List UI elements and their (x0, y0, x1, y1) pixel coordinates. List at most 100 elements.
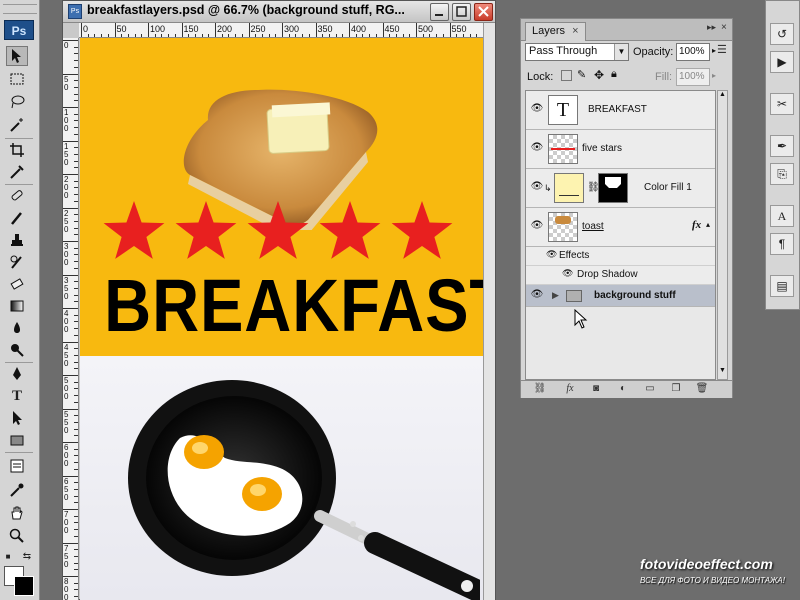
notes-tool-icon[interactable] (6, 456, 28, 476)
eye-icon[interactable]: 👁︎ (528, 220, 546, 234)
layers-panel: Layers × ▸▸ × ☰ Pass Through ▼ Opacity: … (520, 18, 733, 398)
opacity-label: Opacity: (633, 46, 674, 58)
panel-collapse-icon[interactable]: ▸▸ (707, 22, 716, 33)
text-layer-thumbnail: T (548, 95, 578, 125)
fx-icon[interactable]: fx (692, 219, 701, 231)
eye-icon[interactable]: 👁︎ (528, 142, 546, 156)
swap-colors-icon[interactable]: ⇆ (20, 550, 34, 562)
zoom-tool-icon[interactable] (6, 526, 28, 546)
effects-row[interactable]: 👁︎ Effects (526, 247, 715, 266)
tool-presets-icon[interactable]: ✂ (770, 93, 794, 115)
ruler-label: 100 (64, 108, 69, 133)
layers-scrollbar[interactable]: ▲ ▼ (717, 90, 728, 380)
crop-tool-icon[interactable] (6, 140, 28, 160)
vertical-scrollbar[interactable] (483, 23, 495, 600)
panel-menu-icon[interactable]: ☰ (717, 43, 727, 56)
layer-row-breakfast[interactable]: 👁︎ T BREAKFAST (526, 91, 715, 130)
document-canvas[interactable]: BREAKFAST (80, 38, 483, 600)
ruler-label: 50 (64, 74, 69, 92)
lock-transparency-icon[interactable] (561, 70, 572, 81)
new-group-icon[interactable]: ▭ (643, 383, 657, 396)
paragraph-panel-icon[interactable]: ¶ (770, 233, 794, 255)
eye-icon[interactable]: 👁︎ (546, 249, 557, 260)
brushes-panel-icon[interactable]: ✒ (770, 135, 794, 157)
layer-mask-thumbnail[interactable] (598, 173, 628, 203)
gradient-tool-icon[interactable] (6, 296, 28, 316)
ruler-label: 650 (64, 476, 69, 502)
history-panel-icon[interactable]: ↺ (770, 23, 794, 45)
actions-panel-icon[interactable]: ▶ (770, 51, 794, 73)
layer-row-five-stars[interactable]: 👁︎ five stars (526, 130, 715, 169)
scroll-down-icon[interactable]: ▼ (718, 367, 727, 377)
add-style-icon[interactable]: fx (563, 383, 577, 396)
document-title-bar[interactable]: Ps breakfastlayers.psd @ 66.7% (backgrou… (63, 1, 495, 23)
history-brush-tool-icon[interactable] (6, 252, 28, 272)
healing-brush-tool-icon[interactable] (6, 186, 28, 206)
brush-tool-icon[interactable] (6, 208, 28, 228)
marquee-tool-icon[interactable] (6, 69, 28, 89)
lock-position-icon[interactable]: ✥ (594, 68, 604, 82)
clone-source-icon[interactable]: ⎘ (770, 163, 794, 185)
panel-close-icon[interactable]: × (721, 22, 727, 33)
scroll-up-icon[interactable]: ▲ (718, 91, 727, 101)
magic-wand-tool-icon[interactable] (6, 115, 28, 135)
clone-stamp-tool-icon[interactable] (6, 230, 28, 250)
blur-tool-icon[interactable] (6, 318, 28, 338)
document-title: breakfastlayers.psd @ 66.7% (background … (87, 3, 405, 17)
photoshop-logo: Ps (4, 20, 34, 40)
hand-tool-icon[interactable] (6, 503, 28, 523)
link-layers-icon[interactable]: ⛓︎ (533, 383, 547, 396)
layer-name: Color Fill 1 (644, 182, 692, 193)
lock-all-icon[interactable]: 🔒︎ (611, 68, 617, 81)
delete-layer-icon[interactable]: 🗑︎ (695, 383, 709, 396)
slice-eyedropper-tool-icon[interactable] (6, 162, 28, 182)
layer-row-toast[interactable]: 👁︎ toast fx ▴ (526, 208, 715, 247)
ruler-tick (181, 23, 183, 37)
type-tool-icon[interactable]: T (6, 386, 28, 406)
minimize-button[interactable] (430, 3, 449, 21)
maximize-button[interactable] (452, 3, 471, 21)
star-shape (247, 201, 309, 259)
path-selection-tool-icon[interactable] (6, 408, 28, 428)
lasso-tool-icon[interactable] (6, 92, 28, 112)
opacity-dropdown-icon[interactable]: ▸ (712, 46, 716, 55)
lock-image-icon[interactable]: ✎ (577, 68, 586, 81)
fill-field[interactable]: 100% (676, 68, 710, 86)
ruler-tick (282, 23, 283, 37)
ruler-label: 150 (183, 24, 199, 34)
ruler-tick (248, 23, 250, 37)
move-tool-icon[interactable] (6, 46, 28, 66)
layer-list: 👁︎ T BREAKFAST 👁︎ five stars 👁︎ ↳ ⛓︎ Col… (525, 90, 716, 380)
adjustment-layer-icon[interactable]: ◐ (616, 383, 630, 396)
opacity-field[interactable]: 100% (676, 43, 710, 61)
dodge-tool-icon[interactable] (6, 340, 28, 360)
eyedropper-tool-icon[interactable] (6, 480, 28, 500)
pen-tool-icon[interactable] (6, 364, 28, 384)
eye-icon[interactable]: 👁︎ (528, 103, 546, 117)
eye-icon[interactable]: 👁︎ (562, 268, 573, 279)
tab-close-icon[interactable]: × (572, 25, 578, 37)
color-fill-swatch[interactable] (554, 173, 584, 203)
layers-tab[interactable]: Layers × (525, 22, 586, 41)
ruler-label: 450 (384, 24, 400, 34)
notes-panel-icon[interactable]: ▤ (770, 275, 794, 297)
foreground-color-swatch[interactable] (14, 576, 34, 596)
eraser-tool-icon[interactable] (6, 274, 28, 294)
fill-dropdown-icon[interactable]: ▸ (712, 71, 716, 80)
expand-effects-icon[interactable]: ▴ (706, 220, 710, 229)
expand-group-icon[interactable]: ▶ (552, 290, 559, 301)
layer-name: five stars (582, 143, 623, 154)
ruler-label: 700 (64, 510, 69, 535)
default-colors-icon[interactable]: ■ (2, 550, 14, 562)
panel-grip[interactable] (3, 4, 37, 14)
layer-row-background-stuff[interactable]: 👁︎ ▶ background stuff (526, 285, 715, 307)
shape-tool-icon[interactable] (6, 430, 28, 450)
character-panel-icon[interactable]: A (770, 205, 794, 227)
layer-row-color-fill[interactable]: 👁︎ ↳ ⛓︎ Color Fill 1 (526, 169, 715, 208)
new-layer-icon[interactable]: ❐ (669, 383, 683, 396)
drop-shadow-row[interactable]: 👁︎ Drop Shadow (526, 266, 715, 285)
blend-mode-select[interactable]: Pass Through ▼ (525, 43, 629, 61)
add-mask-icon[interactable]: ◙ (589, 383, 603, 396)
eye-icon[interactable]: 👁︎ (528, 289, 546, 303)
close-button[interactable] (474, 3, 493, 21)
